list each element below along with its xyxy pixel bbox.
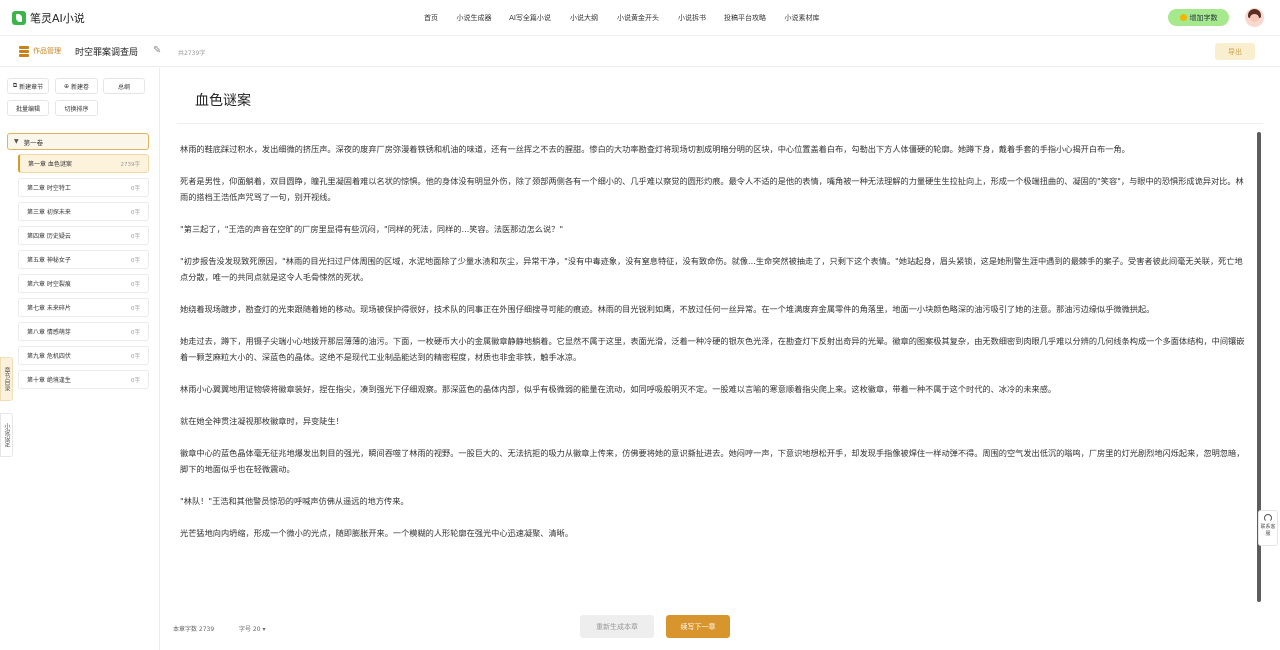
editor-footer: 本章字数 2739 字号 20 ▾ 重新生成本章 续写下一章 xyxy=(161,610,1263,640)
nav-submission-guide[interactable]: 投稿平台攻略 xyxy=(724,13,766,23)
paragraph: "林队！"王浩和其他警员惊恐的呼喊声仿佛从遥远的地方传来。 xyxy=(180,496,409,506)
chapter-title[interactable]: 血色谜案 xyxy=(195,90,251,110)
chapter-item[interactable]: 第十章 绝境逢生 0字 xyxy=(18,370,149,389)
chapter-sidebar: ⧉ 新建章节 ⊕ 新建卷 总纲 批量编辑 切换排序 ▼ 第一卷 第一章 血色谜案… xyxy=(0,68,160,650)
chapter-name: 第八章 情感萌芽 xyxy=(27,329,71,336)
book-title: 时空罪案调查局 xyxy=(75,48,139,58)
chapter-word-count: 0字 xyxy=(131,234,140,240)
new-volume-label: 新建卷 xyxy=(71,83,90,91)
outline-button[interactable]: 总纲 xyxy=(103,78,145,94)
edit-title-icon[interactable]: ✎ xyxy=(153,45,164,56)
continue-next-chapter-button[interactable]: 续写下一章 xyxy=(666,615,730,638)
chapter-name: 第一章 血色谜案 xyxy=(28,161,72,168)
nav-novel-generator[interactable]: 小说生成器 xyxy=(457,13,492,23)
batch-edit-button[interactable]: 批量编辑 xyxy=(7,100,49,116)
app-logo[interactable]: 笔灵AI小说 xyxy=(12,10,85,26)
chapter-word-count: 0字 xyxy=(131,282,140,288)
chapter-item[interactable]: 第八章 情感萌芽 0字 xyxy=(18,322,149,341)
stack-icon xyxy=(19,46,29,57)
nav-book-analysis[interactable]: 小说拆书 xyxy=(678,13,706,23)
nav-novel-outline[interactable]: 小说大纲 xyxy=(570,13,598,23)
nav-home[interactable]: 首页 xyxy=(424,13,438,23)
chapter-item[interactable]: 第三章 初探未来 0字 xyxy=(18,202,149,221)
chapter-word-count: 0字 xyxy=(131,330,140,336)
paragraph: "第三起了，"王浩的声音在空旷的厂房里显得有些沉闷，"同样的死法，同样的...笑… xyxy=(180,224,564,234)
add-words-label: 增加字数 xyxy=(1189,13,1218,22)
customer-service-button[interactable]: 联系客服 xyxy=(1258,510,1278,546)
paragraph: 死者是男性，仰面躺着，双目圆睁，瞳孔里凝固着难以名状的惊惧。他的身体没有明显外伤… xyxy=(180,176,1244,202)
chapter-item[interactable]: 第七章 未来碎片 0字 xyxy=(18,298,149,317)
chapter-name: 第十章 绝境逢生 xyxy=(27,377,71,384)
chapter-name: 第二章 时空特工 xyxy=(27,185,71,192)
chapter-word-count: 0字 xyxy=(131,378,140,384)
chapter-name: 第三章 初探未来 xyxy=(27,209,71,216)
paragraph: 就在她全神贯注凝视那枚徽章时，异变陡生！ xyxy=(180,416,344,426)
nav-golden-opening[interactable]: 小说黄金开头 xyxy=(617,13,659,23)
paragraph: 光芒猛地向内坍缩，形成一个微小的光点，随即膨胀开来。一个模糊的人形轮廓在强光中心… xyxy=(180,528,574,538)
paragraph: 林雨小心翼翼地用证物袋将徽章装好，捏在指尖，凑到强光下仔细观察。那深蓝色的晶体内… xyxy=(180,384,1057,394)
chapter-editor: 血色谜案 林雨的鞋底踩过积水，发出细微的挤压声。深夜的废弃厂房弥漫着铁锈和机油的… xyxy=(161,68,1263,650)
chapter-word-count: 0字 xyxy=(131,258,140,264)
paragraph: 她绕着现场踱步，勘查灯的光束跟随着她的移动。现场被保护得很好，技术队的同事正在外… xyxy=(180,304,1155,314)
headset-icon xyxy=(1264,514,1272,522)
paragraph: 徽章中心的蓝色晶体毫无征兆地爆发出刺目的强光，瞬间吞噬了林雨的视野。一股巨大的、… xyxy=(180,448,1245,474)
plus-circle-icon: ⊕ xyxy=(63,82,69,90)
chapter-word-count-footer: 本章字数 2739 xyxy=(173,626,215,633)
regenerate-chapter-button[interactable]: 重新生成本章 xyxy=(580,615,654,638)
toggle-sort-button[interactable]: 切换排序 xyxy=(55,100,98,116)
tab-chapter-directory[interactable]: 章节目录 xyxy=(0,357,13,401)
chapter-word-count: 0字 xyxy=(131,354,140,360)
chapter-name: 第七章 未来碎片 xyxy=(27,305,71,312)
font-size-label: 字号 20 xyxy=(239,626,261,633)
chapter-item[interactable]: 第九章 危机四伏 0字 xyxy=(18,346,149,365)
volume-label: 第一卷 xyxy=(23,138,44,147)
works-management-label: 作品管理 xyxy=(33,47,61,55)
chapter-name: 第四章 历史疑云 xyxy=(27,233,71,240)
works-management-link[interactable]: 作品管理 xyxy=(19,46,61,57)
total-word-count: 共2739字 xyxy=(178,50,206,57)
export-button[interactable]: 导出 xyxy=(1215,43,1255,60)
coin-icon xyxy=(1179,14,1187,21)
chapter-word-count: 0字 xyxy=(131,186,140,192)
paragraph: "初步报告没发现致死原因，"林雨的目光扫过尸体周围的区域，水泥地面除了少量水渍和… xyxy=(180,256,1243,282)
tab-novel-settings[interactable]: 小说设定 xyxy=(0,413,13,457)
font-size-selector[interactable]: 字号 20 ▾ xyxy=(239,624,265,633)
chapter-item[interactable]: 第六章 时空裂痕 0字 xyxy=(18,274,149,293)
new-volume-button[interactable]: ⊕ 新建卷 xyxy=(55,78,98,94)
paragraph: 林雨的鞋底踩过积水，发出细微的挤压声。深夜的废弃厂房弥漫着铁锈和机油的味道，还有… xyxy=(180,144,1130,154)
volume-header[interactable]: ▼ 第一卷 xyxy=(7,133,149,150)
new-chapter-icon: ⧉ xyxy=(12,82,18,89)
new-chapter-button[interactable]: ⧉ 新建章节 xyxy=(7,78,49,94)
new-chapter-label: 新建章节 xyxy=(19,83,44,91)
chapter-item[interactable]: 第四章 历史疑云 0字 xyxy=(18,226,149,245)
chapter-item[interactable]: 第一章 血色谜案 2739字 xyxy=(18,154,149,173)
chapter-name: 第九章 危机四伏 xyxy=(27,353,71,360)
caret-down-icon: ▾ xyxy=(262,626,266,633)
chapter-text-area[interactable]: 林雨的鞋底踩过积水，发出细微的挤压声。深夜的废弃厂房弥漫着铁锈和机油的味道，还有… xyxy=(180,141,1250,596)
chapter-item[interactable]: 第五章 神秘女子 0字 xyxy=(18,250,149,269)
work-header: 作品管理 时空罪案调查局 ✎ 共2739字 xyxy=(0,37,1280,67)
top-navigation-bar: 笔灵AI小说 首页 小说生成器 AI写全篇小说 小说大纲 小说黄金开头 小说拆书… xyxy=(0,0,1280,36)
chapter-word-count: 0字 xyxy=(131,306,140,312)
nav-material-library[interactable]: 小说素材库 xyxy=(785,13,820,23)
user-avatar[interactable] xyxy=(1245,8,1264,27)
add-words-button[interactable]: 增加字数 xyxy=(1168,9,1229,26)
chapter-name: 第六章 时空裂痕 xyxy=(27,281,71,288)
divider xyxy=(177,123,1263,124)
caret-down-icon: ▼ xyxy=(14,138,19,145)
nav-ai-full-novel[interactable]: AI写全篇小说 xyxy=(509,13,551,23)
chapter-word-count: 0字 xyxy=(131,210,140,216)
customer-service-label: 联系客服 xyxy=(1260,524,1276,537)
app-name: 笔灵AI小说 xyxy=(30,12,85,25)
paragraph: 她走过去，蹲下，用镊子尖端小心地拨开那层薄薄的油污。下面，一枚硬币大小的金属徽章… xyxy=(180,336,1245,362)
chapter-name: 第五章 神秘女子 xyxy=(27,257,71,264)
logo-icon xyxy=(12,11,26,25)
chapter-word-count: 2739字 xyxy=(120,162,141,168)
chapter-item[interactable]: 第二章 时空特工 0字 xyxy=(18,178,149,197)
